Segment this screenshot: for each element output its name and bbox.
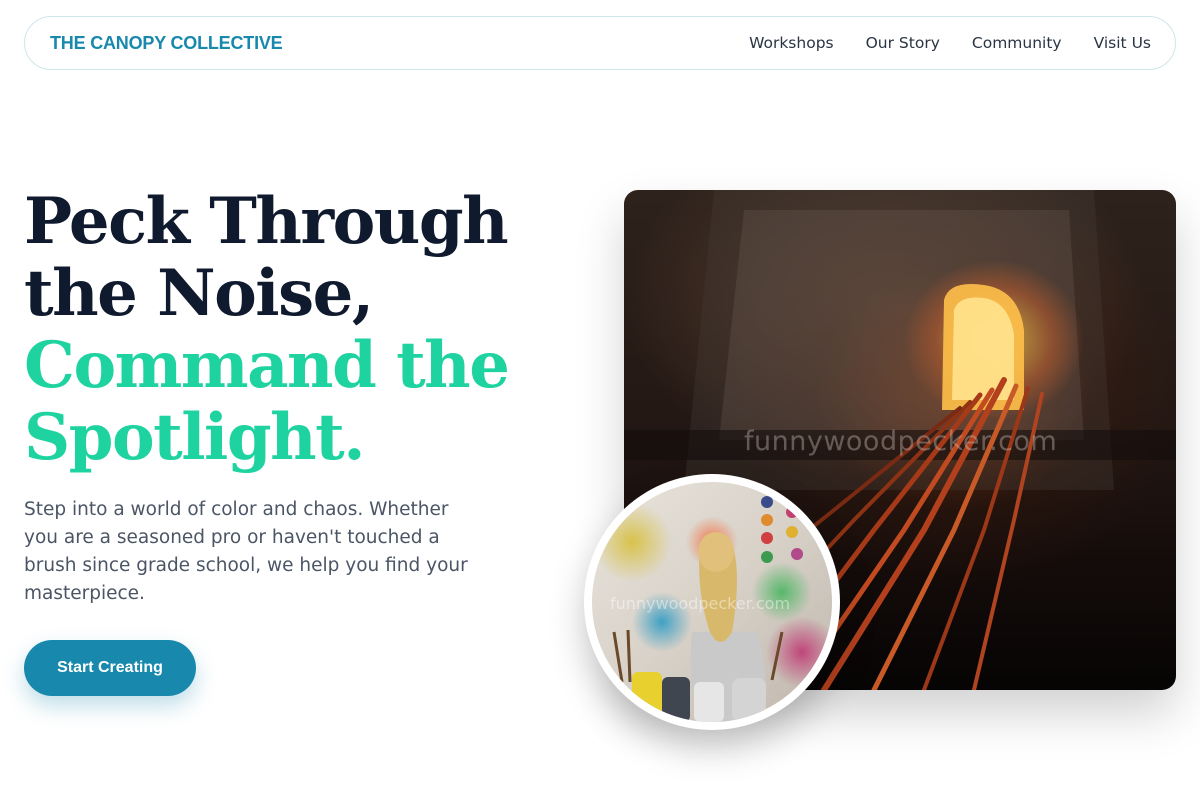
headline-line-2: the Noise, (24, 256, 374, 331)
brand-logo-link[interactable]: THE CANOPY COLLECTIVE (50, 33, 283, 54)
nav-link-community[interactable]: Community (972, 34, 1062, 52)
main-image-watermark: funnywoodpecker.com (744, 426, 1058, 457)
main-nav: Workshops Our Story Community Visit Us (749, 34, 1151, 52)
top-navbar: THE CANOPY COLLECTIVE Workshops Our Stor… (24, 16, 1176, 70)
headline-accent-line-2: Spotlight. (24, 400, 365, 475)
start-creating-button[interactable]: Start Creating (24, 640, 196, 696)
nav-link-our-story[interactable]: Our Story (866, 34, 940, 52)
inset-image-watermark: funnywoodpecker.com (610, 594, 791, 613)
hero-subtext: Step into a world of color and chaos. Wh… (24, 499, 468, 604)
painter-photo: funnywoodpecker.com (592, 482, 832, 722)
headline-accent-line-1: Command the (24, 328, 510, 403)
headline-line-1: Peck Through (24, 184, 509, 259)
page: THE CANOPY COLLECTIVE Workshops Our Stor… (0, 0, 1200, 800)
nav-link-visit-us[interactable]: Visit Us (1094, 34, 1151, 52)
nav-link-workshops[interactable]: Workshops (749, 34, 834, 52)
hero-headline: Peck Through the Noise, Command the Spot… (24, 186, 584, 474)
